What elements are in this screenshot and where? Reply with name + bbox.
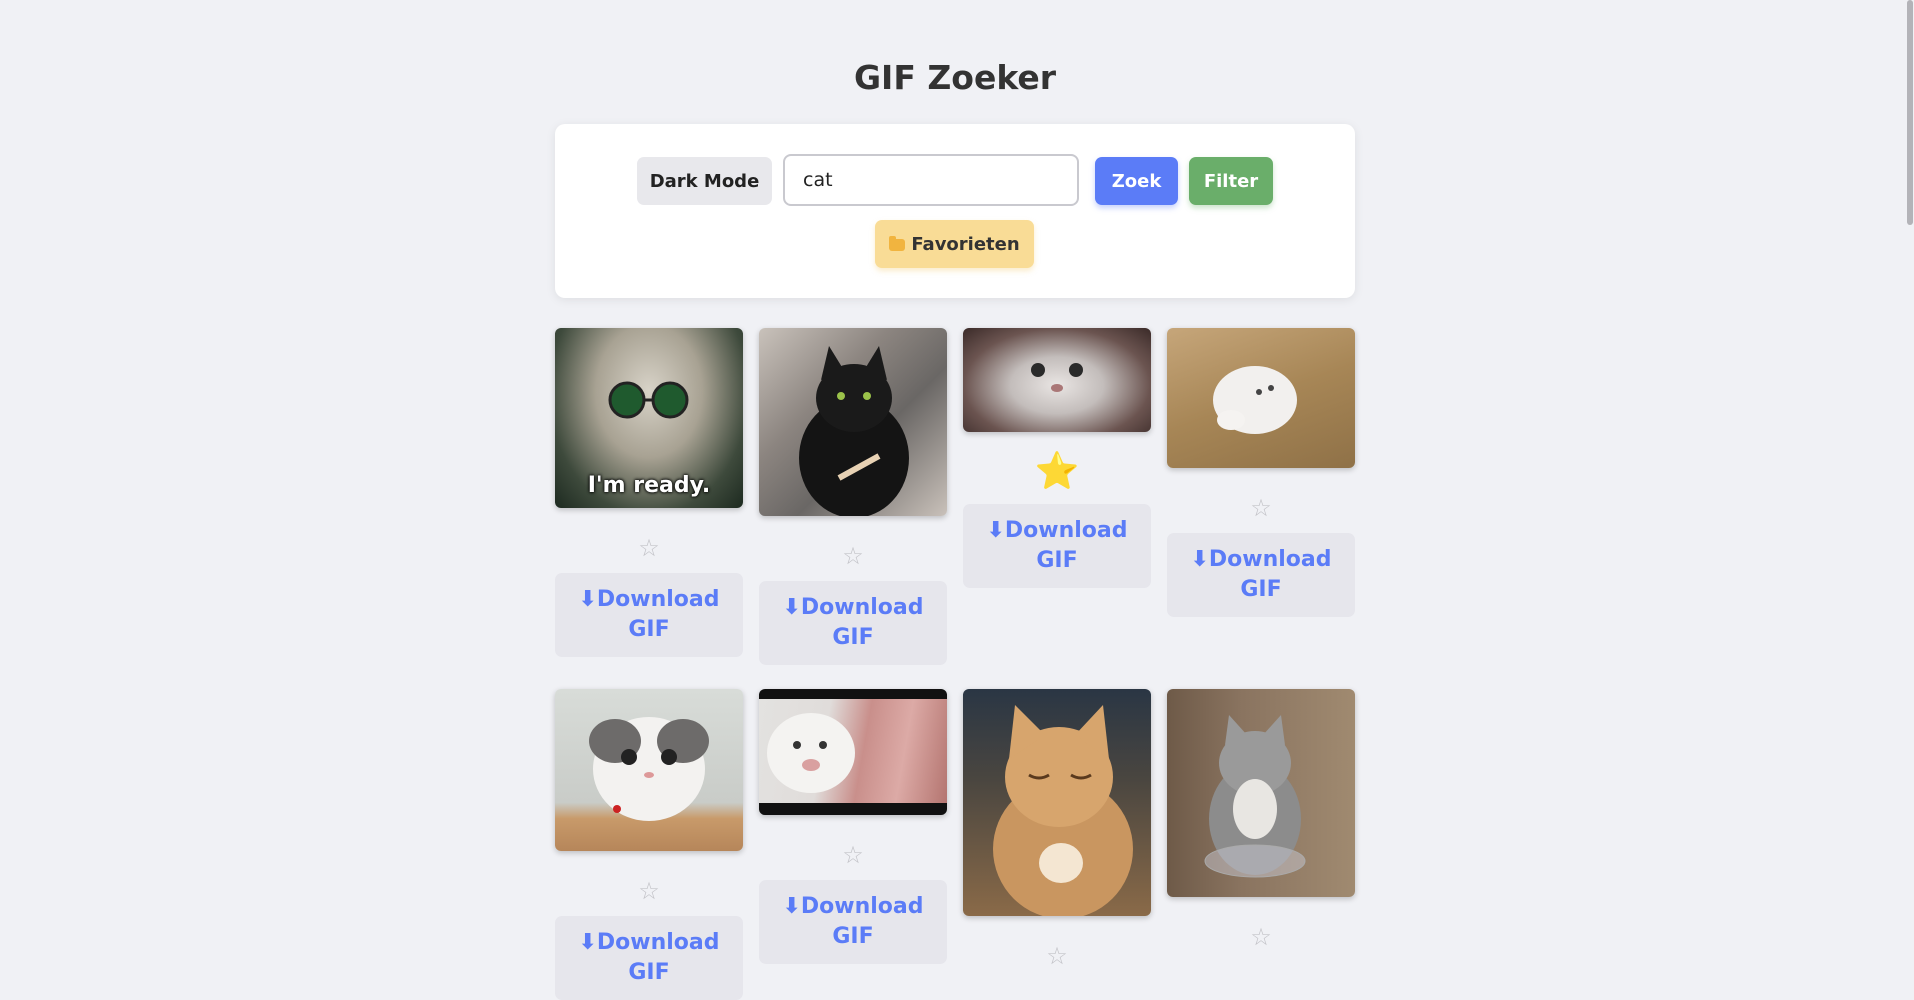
download-label: ⬇Download	[986, 518, 1128, 543]
filter-button[interactable]: Filter	[1189, 157, 1273, 205]
gif-image[interactable]	[963, 689, 1151, 916]
favorite-star-icon[interactable]: ☆	[555, 533, 743, 563]
gif-card: I'm ready. ☆ ⬇Download GIF	[555, 328, 743, 657]
download-label: GIF	[1036, 548, 1078, 573]
favorite-star-icon[interactable]: ☆	[1167, 922, 1355, 952]
download-label: ⬇Download	[1190, 547, 1332, 572]
black-cat-icon	[799, 346, 909, 516]
white-cat-icon	[1213, 366, 1297, 434]
download-gif-button[interactable]: ⬇Download GIF	[759, 880, 947, 964]
gif-image[interactable]	[759, 328, 947, 516]
gif-image[interactable]	[1167, 328, 1355, 468]
download-gif-button[interactable]: ⬇Download GIF	[1167, 533, 1355, 617]
gif-card: ☆ ⬇Download GIF	[1167, 328, 1355, 617]
download-label: ⬇Download	[782, 595, 924, 620]
search-button[interactable]: Zoek	[1095, 157, 1178, 205]
cat-face-icon	[589, 717, 709, 821]
gif-card: ☆ ⬇Download GIF	[555, 689, 743, 1000]
gif-caption: I'm ready.	[587, 473, 711, 498]
download-label: GIF	[832, 924, 874, 949]
download-gif-button[interactable]: ⬇Download GIF	[759, 581, 947, 665]
favorites-label: Favorieten	[911, 233, 1020, 255]
download-label: ⬇Download	[578, 587, 720, 612]
cat-face-icon	[767, 713, 855, 793]
gif-card: ☆ ⬇Download GIF	[759, 328, 947, 665]
favorite-star-icon[interactable]: ☆	[555, 876, 743, 906]
favorites-button[interactable]: Favorieten	[875, 220, 1034, 268]
download-label: ⬇Download	[578, 930, 720, 955]
gif-image[interactable]: I'm ready.	[555, 328, 743, 508]
gif-image[interactable]	[555, 689, 743, 851]
download-label: GIF	[628, 617, 670, 642]
gif-card: ☆	[963, 689, 1151, 971]
download-label: ⬇Download	[782, 894, 924, 919]
scrollbar-thumb[interactable]	[1907, 0, 1913, 225]
gif-card: ☆	[1167, 689, 1355, 952]
favorite-star-icon[interactable]: ☆	[963, 941, 1151, 971]
download-gif-button[interactable]: ⬇Download GIF	[963, 504, 1151, 588]
download-gif-button[interactable]: ⬇Download GIF	[555, 573, 743, 657]
page-title: GIF Zoeker	[853, 58, 1057, 97]
gif-image[interactable]	[1167, 689, 1355, 897]
favorite-star-icon[interactable]: ⭐	[963, 452, 1151, 492]
favorite-star-icon[interactable]: ☆	[759, 840, 947, 870]
scrollbar[interactable]	[1906, 0, 1914, 964]
download-gif-button[interactable]: ⬇Download GIF	[555, 916, 743, 1000]
gif-image[interactable]	[759, 689, 947, 815]
orange-cat-icon	[993, 705, 1133, 916]
favorite-star-icon[interactable]: ☆	[759, 541, 947, 571]
gif-image[interactable]	[963, 328, 1151, 432]
gif-card: ⭐ ⬇Download GIF	[963, 328, 1151, 588]
tabby-cat-icon	[1204, 715, 1306, 878]
favorite-star-icon[interactable]: ☆	[1167, 493, 1355, 523]
search-input[interactable]	[783, 154, 1079, 206]
gif-card: ☆ ⬇Download GIF	[759, 689, 947, 964]
dark-mode-button[interactable]: Dark Mode	[637, 157, 772, 205]
folder-icon	[889, 236, 906, 251]
cat-face-icon	[1031, 363, 1083, 392]
search-panel: Dark Mode Zoek Filter Favorieten	[555, 124, 1355, 298]
download-label: GIF	[1240, 577, 1282, 602]
download-label: GIF	[832, 625, 874, 650]
download-label: GIF	[628, 960, 670, 985]
